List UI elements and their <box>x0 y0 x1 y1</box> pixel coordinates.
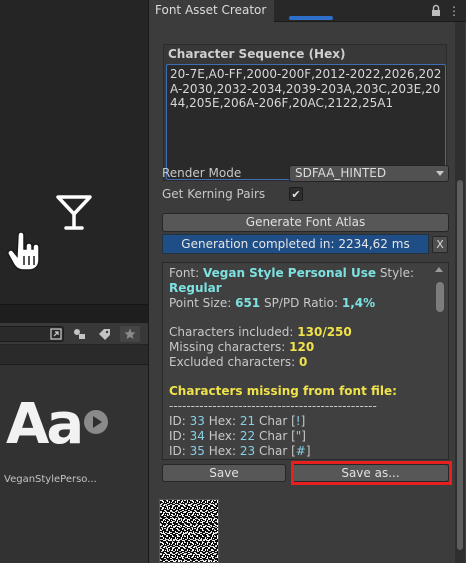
missing-char-row: ID: 33 Hex: 21 Char [!] <box>169 414 306 428</box>
report-separator: ----------------------------------------… <box>169 399 377 413</box>
window-tab[interactable]: Font Asset Creator <box>149 0 275 22</box>
point-size-value: 651 <box>235 296 261 310</box>
cocktail-icon <box>56 195 92 230</box>
kerning-checkbox[interactable]: ✔ <box>289 187 303 201</box>
generate-font-atlas-button[interactable]: Generate Font Atlas <box>162 213 449 232</box>
generation-report-panel[interactable]: Font: Vegan Style Personal Use Style: Re… <box>162 262 449 460</box>
report-text: Font: Vegan Style Personal Use Style: Re… <box>169 266 431 459</box>
search-mode-icon[interactable] <box>46 326 66 342</box>
missing-heading: Characters missing from font file: <box>169 384 397 398</box>
save-as-highlight <box>291 461 452 485</box>
panel-divider <box>0 304 148 324</box>
report-excluded-line: Excluded characters: 0 <box>169 355 308 369</box>
save-button[interactable]: Save <box>162 464 286 482</box>
play-icon[interactable] <box>84 410 108 434</box>
scroll-up-icon[interactable] <box>435 267 443 272</box>
render-mode-label: Render Mode <box>162 166 242 180</box>
hand-pointer-icon <box>7 232 40 271</box>
lock-icon[interactable] <box>429 4 443 18</box>
missing-value: 120 <box>289 340 315 354</box>
report-included-line: Characters included: 130/250 <box>169 325 352 339</box>
font-asset-thumbnail[interactable]: Aa <box>6 392 84 458</box>
render-mode-value: SDFAA_HINTED <box>295 166 387 180</box>
missing-char-row: ID: 34 Hex: 22 Char ["] <box>169 429 306 443</box>
window-scroll-thumb[interactable] <box>457 180 463 550</box>
chars-included-value: 130/250 <box>297 325 352 339</box>
font-atlas-preview <box>159 499 219 563</box>
star-icon[interactable] <box>120 326 140 342</box>
previous-field-remnant <box>289 16 333 20</box>
font-name: Vegan Style Personal Use <box>202 266 376 280</box>
font-style: Regular <box>169 281 222 295</box>
character-sequence-label: Character Sequence (Hex) <box>168 47 346 61</box>
tag-icon[interactable] <box>94 326 114 342</box>
asset-name-label: VeganStylePerso... <box>4 474 97 485</box>
font-asset-creator-window: Font Asset Creator ⋮ Character Sequence … <box>148 0 466 563</box>
character-sequence-textarea[interactable]: 20-7E,A0-FF,2000-200F,2012-2022,2026,202… <box>166 64 446 180</box>
missing-char-row: ID: 35 Hex: 23 Char [#] <box>169 444 311 458</box>
clear-progress-button[interactable]: X <box>432 236 448 253</box>
report-missing-line: Missing characters: 120 <box>169 340 315 354</box>
scene-view[interactable] <box>0 0 148 304</box>
atlas-noise-texture <box>160 500 218 562</box>
project-breadcrumb-bar <box>0 345 148 365</box>
generation-progress-bar: Generation completed in: 2234,62 ms <box>162 234 429 254</box>
more-icon[interactable]: ⋮ <box>447 4 461 18</box>
window-content: Character Sequence (Hex) 20-7E,A0-FF,200… <box>149 16 452 563</box>
kerning-label: Get Kerning Pairs <box>162 187 266 201</box>
sp-pd-value: 1,4% <box>341 296 376 310</box>
filter-type-icon[interactable] <box>70 326 90 342</box>
report-pointsize-line: Point Size: 651 SP/PD Ratio: 1,4% <box>169 296 376 310</box>
project-toolbar <box>0 323 148 345</box>
excluded-value: 0 <box>299 355 308 369</box>
character-sequence-box: Character Sequence (Hex) 20-7E,A0-FF,200… <box>163 44 447 181</box>
chevron-down-icon <box>436 171 444 176</box>
report-scroll-thumb[interactable] <box>436 282 444 312</box>
render-mode-dropdown[interactable]: SDFAA_HINTED <box>289 165 449 182</box>
report-font-line: Font: Vegan Style Personal Use Style: <box>169 266 414 280</box>
report-style-line: Regular <box>169 281 431 296</box>
